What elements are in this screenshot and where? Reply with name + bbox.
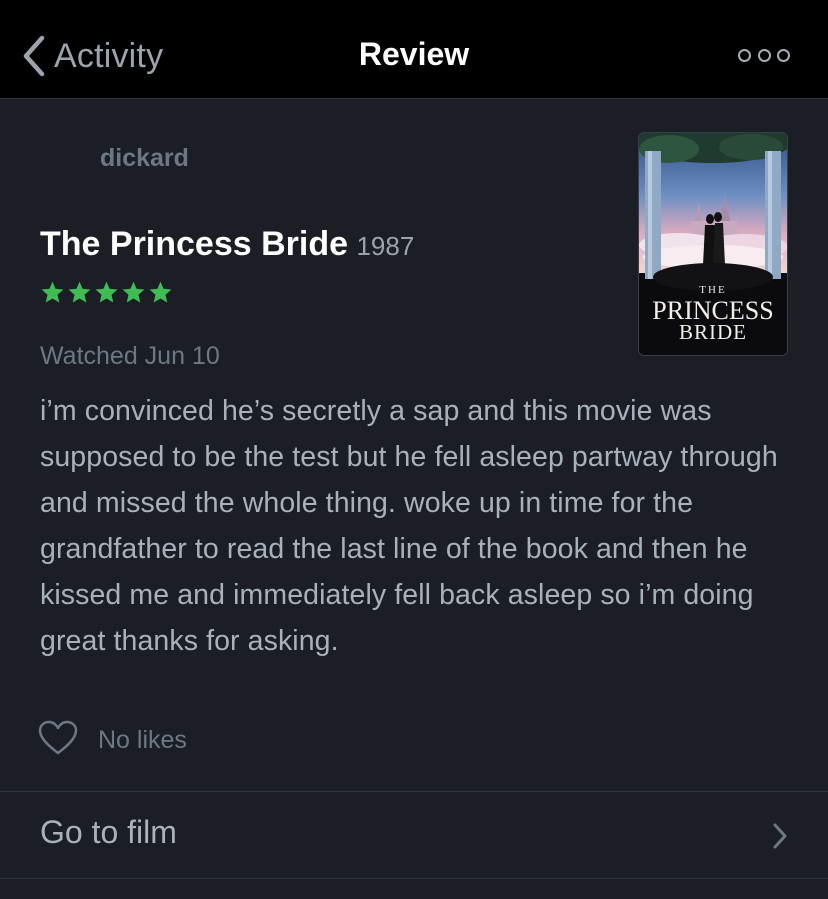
star-icon <box>95 281 118 303</box>
review-author[interactable]: dickard <box>100 144 189 173</box>
go-to-film-row[interactable]: Go to film <box>0 792 828 878</box>
film-poster[interactable]: THE PRINCESS BRIDE <box>638 132 788 356</box>
poster-image: THE PRINCESS BRIDE <box>639 133 787 355</box>
star-rating <box>40 280 173 305</box>
star-icon <box>68 281 91 303</box>
film-year: 1987 <box>356 231 415 261</box>
review-text: i’m convinced he’s secretly a sap and th… <box>40 395 778 657</box>
page-title: Review <box>358 36 470 72</box>
heart-icon <box>38 720 78 761</box>
like-button[interactable]: No likes <box>38 720 187 761</box>
star-icon <box>122 281 145 303</box>
film-title: The Princess Bride <box>40 225 349 263</box>
review-screen: Activity Review dickard THE PRINCESS BRI… <box>0 0 828 899</box>
film-heading[interactable]: The Princess Bride 1987 <box>40 225 414 264</box>
more-dots-icon <box>738 48 751 62</box>
star-icon <box>41 281 64 303</box>
likes-count: No likes <box>98 726 187 754</box>
divider <box>0 878 828 879</box>
watched-date: Watched Jun 10 <box>40 342 220 370</box>
chevron-right-icon <box>772 822 788 855</box>
poster-title-the: THE <box>699 284 726 296</box>
star-icon <box>149 281 172 303</box>
more-dots-icon <box>757 48 771 62</box>
navigation-bar: Activity Review <box>0 0 828 99</box>
poster-title-bride: BRIDE <box>679 320 747 344</box>
go-to-film-label: Go to film <box>40 814 177 850</box>
more-dots-icon <box>777 48 790 62</box>
more-options-button[interactable] <box>738 44 790 66</box>
